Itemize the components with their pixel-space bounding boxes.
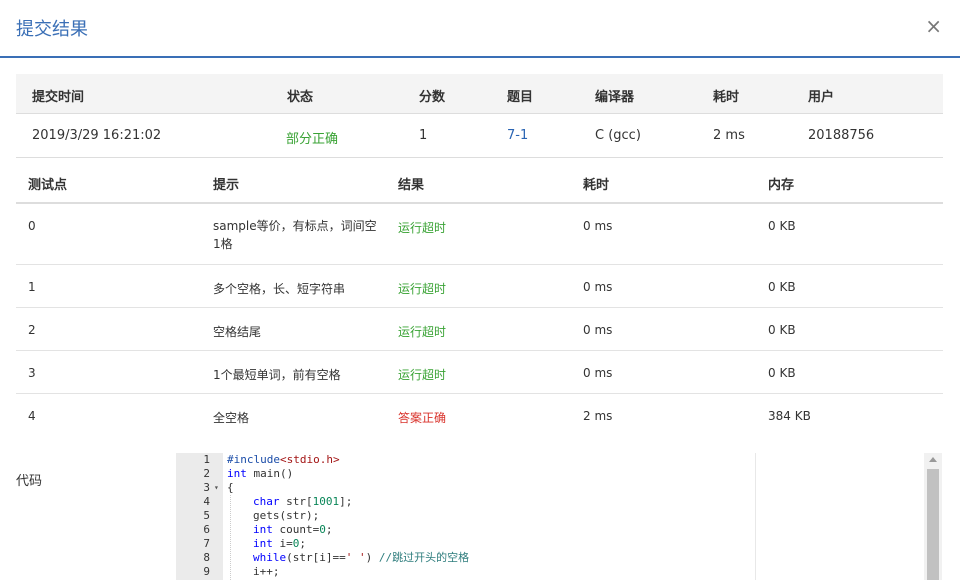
header-score: 分数: [419, 90, 446, 105]
case-result: 运行超时: [398, 368, 447, 382]
code-line-6: int count=0;: [253, 523, 333, 536]
case-time: 0 ms: [583, 323, 613, 337]
case-id: 4: [28, 409, 36, 423]
case-result: 运行超时: [398, 221, 447, 235]
submission-result-dialog: 提交结果 × 提交时间 状态 分数 题目 编译器 耗时 用户 2019/3/29…: [0, 0, 960, 580]
case-time: 0 ms: [583, 280, 613, 294]
line-number: 6: [203, 523, 210, 536]
dialog-title: 提交结果: [16, 19, 88, 40]
print-margin-line: [755, 453, 756, 580]
line-number-gutter: 1 2 3 ▾ 4 5 6 7 8 9: [176, 453, 223, 580]
problem-link[interactable]: 7-1: [507, 128, 528, 143]
case-hint: sample等价，有标点，词间空1格: [213, 219, 377, 251]
case-memory: 0 KB: [768, 366, 796, 380]
header-status: 状态: [287, 90, 314, 105]
header-user: 用户: [808, 90, 835, 105]
case-hint: 空格结尾: [213, 325, 262, 339]
case-time: 0 ms: [583, 366, 613, 380]
table-row: 4 全空格 答案正确 2 ms 384 KB: [16, 394, 943, 437]
code-line-5: gets(str);: [253, 509, 320, 522]
code-line-2: int main(): [227, 467, 294, 480]
table-row: 3 1个最短单词，前有空格 运行超时 0 ms 0 KB: [16, 351, 943, 394]
case-time: 2 ms: [583, 409, 613, 423]
case-memory: 0 KB: [768, 323, 796, 337]
compiler-value: C (gcc): [595, 128, 641, 143]
case-hint: 1个最短单词，前有空格: [213, 368, 341, 382]
case-id: 1: [28, 280, 36, 294]
case-memory: 0 KB: [768, 219, 796, 233]
user-value: 20188756: [808, 128, 875, 143]
code-editor[interactable]: 1 2 3 ▾ 4 5 6 7 8 9 #include<stdio.h> in…: [176, 453, 942, 580]
submission-summary-table: 提交时间 状态 分数 题目 编译器 耗时 用户 2019/3/29 16:21:…: [16, 74, 943, 158]
case-memory: 0 KB: [768, 280, 796, 294]
case-id: 0: [28, 219, 36, 233]
case-result: 运行超时: [398, 325, 447, 339]
line-number: 1: [203, 453, 210, 466]
header-hint: 提示: [213, 178, 240, 193]
header-compiler: 编译器: [595, 90, 635, 105]
code-line-9: i++;: [253, 565, 280, 578]
line-number: 3: [203, 481, 210, 494]
header-case-id: 测试点: [28, 178, 68, 193]
cases-header-row: 测试点 提示 结果 耗时 内存: [16, 158, 943, 204]
line-number: 5: [203, 509, 210, 522]
code-text-area[interactable]: #include<stdio.h> int main() { char str[…: [223, 453, 755, 580]
summary-row: 2019/3/29 16:21:02 部分正确 1 7-1 C (gcc) 2 …: [16, 114, 943, 158]
header-submit-time: 提交时间: [32, 90, 85, 105]
code-line-7: int i=0;: [253, 537, 306, 550]
case-result: 答案正确: [398, 411, 447, 425]
submit-time: 2019/3/29 16:21:02: [32, 128, 162, 143]
line-number: 8: [203, 551, 210, 564]
case-id: 3: [28, 366, 36, 380]
code-line-4: char str[1001];: [253, 495, 353, 508]
line-number: 2: [203, 467, 210, 480]
test-cases-table: 测试点 提示 结果 耗时 内存 0 sample等价，有标点，词间空1格 运行超…: [16, 158, 943, 437]
line-number: 7: [203, 537, 210, 550]
close-icon[interactable]: ×: [925, 14, 942, 38]
case-memory: 384 KB: [768, 409, 811, 423]
table-row: 1 多个空格，长、短字符串 运行超时 0 ms 0 KB: [16, 265, 943, 308]
scrollbar-thumb[interactable]: [927, 469, 939, 580]
header-elapsed: 耗时: [713, 90, 740, 105]
indent-guide: [230, 495, 231, 580]
code-label: 代码: [16, 474, 43, 489]
vertical-scrollbar[interactable]: [924, 453, 942, 580]
score-value: 1: [419, 128, 428, 143]
case-result: 运行超时: [398, 282, 447, 296]
case-time: 0 ms: [583, 219, 613, 233]
table-row: 0 sample等价，有标点，词间空1格 运行超时 0 ms 0 KB: [16, 204, 943, 265]
line-number: 4: [203, 495, 210, 508]
dialog-header: 提交结果 ×: [0, 0, 960, 58]
code-line-3: {: [227, 481, 234, 494]
header-memory: 内存: [768, 178, 795, 193]
status-badge: 部分正确: [286, 132, 339, 147]
code-line-1: #include<stdio.h>: [227, 453, 340, 466]
elapsed-value: 2 ms: [713, 128, 745, 143]
header-time: 耗时: [583, 178, 610, 193]
code-line-8: while(str[i]==' ') //跳过开头的空格: [253, 551, 470, 564]
header-problem: 题目: [507, 90, 534, 105]
case-hint: 多个空格，长、短字符串: [213, 282, 346, 296]
fold-arrow-icon[interactable]: ▾: [214, 481, 219, 495]
case-hint: 全空格: [213, 411, 250, 425]
line-number: 9: [203, 565, 210, 578]
case-id: 2: [28, 323, 36, 337]
scroll-up-arrow-icon[interactable]: [929, 457, 937, 462]
table-row: 2 空格结尾 运行超时 0 ms 0 KB: [16, 308, 943, 351]
summary-header-row: 提交时间 状态 分数 题目 编译器 耗时 用户: [16, 74, 943, 114]
header-result: 结果: [398, 178, 425, 193]
